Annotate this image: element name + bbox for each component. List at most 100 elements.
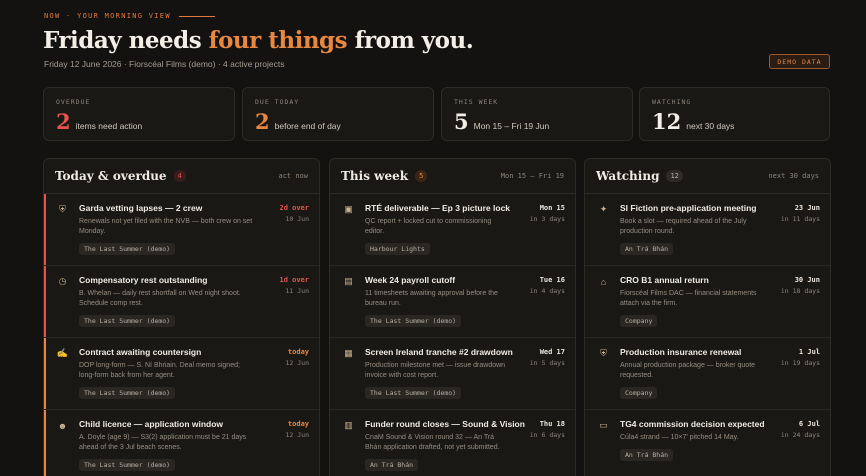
due-date: in 18 days — [780, 287, 820, 295]
due-date: in 5 days — [529, 359, 565, 367]
task-item[interactable]: ▣ RTÉ deliverable — Ep 3 picture lock QC r… — [330, 194, 575, 266]
project-tag[interactable]: An Trá Bhán — [365, 459, 419, 471]
stat-text: Mon 15 – Fri 19 Jun — [473, 121, 550, 131]
due-status: 6 Jul — [798, 420, 820, 428]
due-block: 2d over 10 Jun — [279, 204, 309, 223]
package-icon: ▣ — [344, 204, 353, 214]
column-note: next 30 days — [768, 172, 819, 180]
calendar-icon: ▥ — [344, 420, 353, 430]
project-tag[interactable]: An Trá Bhán — [620, 243, 674, 255]
count-badge: 5 — [415, 170, 428, 182]
task-item[interactable]: ▭ TG4 commission decision expected Cúla4 s… — [585, 410, 830, 476]
task-description: B. Whelan — daily rest shortfall on Wed … — [79, 290, 241, 307]
due-block: today 12 Jun — [286, 348, 309, 367]
due-date: 12 Jun — [285, 359, 309, 367]
due-status: Wed 17 — [539, 348, 565, 356]
task-item[interactable]: ▦ Screen Ireland tranche #2 drawdown Produ… — [330, 338, 575, 410]
title-accent: four things — [208, 27, 348, 54]
column-today-overdue: Today & overdue 4 act now ⛨ Garda vetting la… — [43, 158, 320, 476]
column-watching: Watching 12 next 30 days ✦ SI Fiction pre-ap… — [584, 158, 831, 476]
stat-text: next 30 days — [686, 121, 735, 131]
task-title: Compensatory rest outstanding — [79, 275, 208, 285]
project-tag[interactable]: Company — [620, 315, 658, 327]
stat-value: 12 — [652, 109, 682, 134]
stat-card-this-week[interactable]: THIS WEEK 5 Mon 15 – Fri 19 Jun — [441, 87, 633, 141]
urgency-bar — [44, 410, 46, 476]
due-block: Tue 16 in 4 days — [530, 276, 565, 295]
task-item[interactable]: ⛨ Garda vetting lapses — 2 crew Renewals n… — [44, 194, 319, 266]
stat-label: OVERDUE — [56, 98, 91, 106]
page-title: Friday needs four things from you. — [43, 27, 474, 54]
stat-row: 2 before end of day — [255, 109, 421, 134]
column-header: Today & overdue 4 act now — [44, 159, 319, 194]
task-description: DOP long-form — S. Ní Bhriain. Deal memo… — [79, 362, 240, 379]
due-status: 1 Jul — [798, 348, 820, 356]
due-block: 1d over 11 Jun — [279, 276, 309, 295]
stat-label: DUE TODAY — [255, 98, 300, 106]
task-item[interactable]: ◷ Compensatory rest outstanding B. Whelan … — [44, 266, 319, 338]
task-title: Child licence — application window — [79, 419, 224, 429]
urgency-bar — [44, 194, 46, 265]
project-tag[interactable]: The Last Summer (demo) — [365, 387, 462, 399]
stat-card-watching[interactable]: WATCHING 12 next 30 days — [639, 87, 830, 141]
megaphone-icon: ✦ — [599, 204, 608, 214]
due-block: Mon 15 in 3 days — [530, 204, 565, 223]
due-status: 2d over — [279, 204, 309, 212]
column-title: This week — [341, 169, 409, 183]
banknote-icon: ▦ — [344, 348, 353, 358]
demo-data-badge: DEMO DATA — [769, 54, 830, 69]
due-status: 23 Jun — [794, 204, 820, 212]
handshake-icon: ✍ — [56, 348, 69, 358]
column-note: act now — [278, 172, 308, 180]
project-tag[interactable]: The Last Summer (demo) — [79, 387, 176, 399]
document-icon: ▤ — [344, 276, 353, 286]
title-post: from you. — [347, 27, 474, 54]
task-item[interactable]: ▥ Funder round closes — Sound & Vision Cna… — [330, 410, 575, 476]
stat-card-overdue[interactable]: OVERDUE 2 items need action — [43, 87, 235, 141]
due-date: in 24 days — [780, 431, 820, 439]
task-item[interactable]: ⌂ CRO B1 annual return Fiorscéal Films DAC… — [585, 266, 830, 338]
stat-card-due-today[interactable]: DUE TODAY 2 before end of day — [242, 87, 434, 141]
due-block: Wed 17 in 5 days — [530, 348, 565, 367]
shield-icon: ⛨ — [59, 204, 66, 214]
task-item[interactable]: ✦ SI Fiction pre-application meeting Book … — [585, 194, 830, 266]
due-date: 11 Jun — [285, 287, 309, 295]
title-pre: Friday needs — [43, 27, 209, 54]
due-status: 1d over — [279, 276, 309, 284]
project-tag[interactable]: Harbour Lights — [365, 243, 430, 255]
stat-text: items need action — [75, 121, 143, 131]
page-subtitle: Friday 12 June 2026 · Fiorscéal Films (d… — [44, 59, 285, 69]
stat-value: 5 — [454, 109, 469, 134]
due-status: Mon 15 — [539, 204, 565, 212]
project-tag[interactable]: The Last Summer (demo) — [79, 315, 176, 327]
project-tag[interactable]: The Last Summer (demo) — [365, 315, 462, 327]
project-tag[interactable]: The Last Summer (demo) — [79, 243, 176, 255]
stat-value: 2 — [255, 109, 270, 134]
task-title: Garda vetting lapses — 2 crew — [79, 203, 203, 213]
column-note: Mon 15 – Fri 19 — [500, 172, 564, 180]
task-item[interactable]: ▤ Week 24 payroll cutoff 11 timesheets awa… — [330, 266, 575, 338]
due-status: today — [287, 348, 309, 356]
project-tag[interactable]: An Trá Bhán — [620, 449, 674, 461]
count-badge: 12 — [666, 170, 683, 182]
column-this-week: This week 5 Mon 15 – Fri 19 ▣ RTÉ deliverabl… — [329, 158, 576, 476]
task-item[interactable]: ✍ Contract awaiting countersign DOP long-f… — [44, 338, 319, 410]
due-block: 1 Jul in 19 days — [781, 348, 820, 367]
task-item[interactable]: ☻ Child licence — application window A. Do… — [44, 410, 319, 476]
due-date: 12 Jun — [285, 431, 309, 439]
stat-row: 5 Mon 15 – Fri 19 Jun — [454, 109, 620, 134]
due-status: Thu 18 — [539, 420, 565, 428]
project-tag[interactable]: The Last Summer (demo) — [79, 459, 176, 471]
project-tag[interactable]: Company — [620, 387, 658, 399]
due-status: 30 Jun — [794, 276, 820, 284]
clock-icon: ◷ — [58, 276, 67, 286]
task-item[interactable]: ⛨ Production insurance renewal Annual prod… — [585, 338, 830, 410]
shield-icon: ⛨ — [600, 348, 607, 358]
due-status: today — [287, 420, 309, 428]
column-header: This week 5 Mon 15 – Fri 19 — [330, 159, 575, 194]
child-icon: ☻ — [57, 420, 68, 431]
due-date: in 6 days — [529, 431, 565, 439]
eyebrow: NOW · YOUR MORNING VIEW — [44, 12, 215, 20]
due-block: today 12 Jun — [286, 420, 309, 439]
urgency-bar — [44, 266, 46, 337]
